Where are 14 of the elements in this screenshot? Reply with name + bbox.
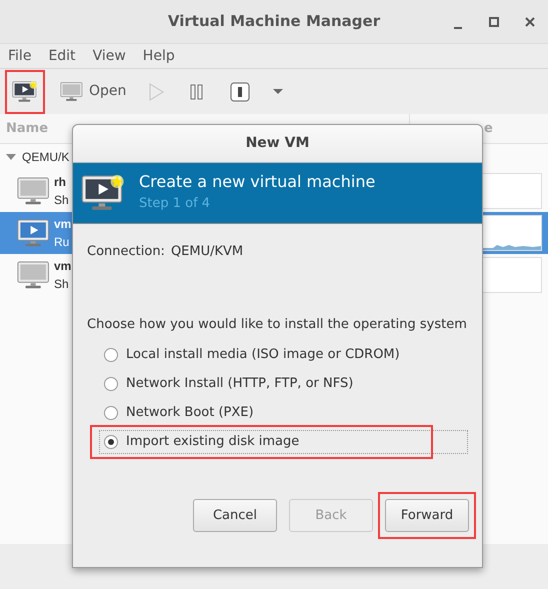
install-prompt: Choose how you would like to install the operating system [87, 316, 468, 334]
connection-value: QEMU/KVM [170, 243, 244, 261]
vm-status: Sh [54, 192, 69, 209]
vm-name: vm [54, 258, 72, 275]
vm-status: Ru [54, 234, 70, 251]
window-title: Virtual Machine Manager [168, 11, 380, 32]
connection-label: Connection: [87, 243, 165, 261]
vm-name: rh [54, 174, 66, 191]
banner-subtitle: Step 1 of 4 [139, 195, 212, 213]
vm-status: Sh [54, 276, 69, 293]
banner-title: Create a new virtual machine [139, 171, 376, 193]
vm-name: vm [54, 216, 72, 233]
column-header: e [483, 120, 493, 138]
group-label: QEMU/K [22, 149, 70, 166]
